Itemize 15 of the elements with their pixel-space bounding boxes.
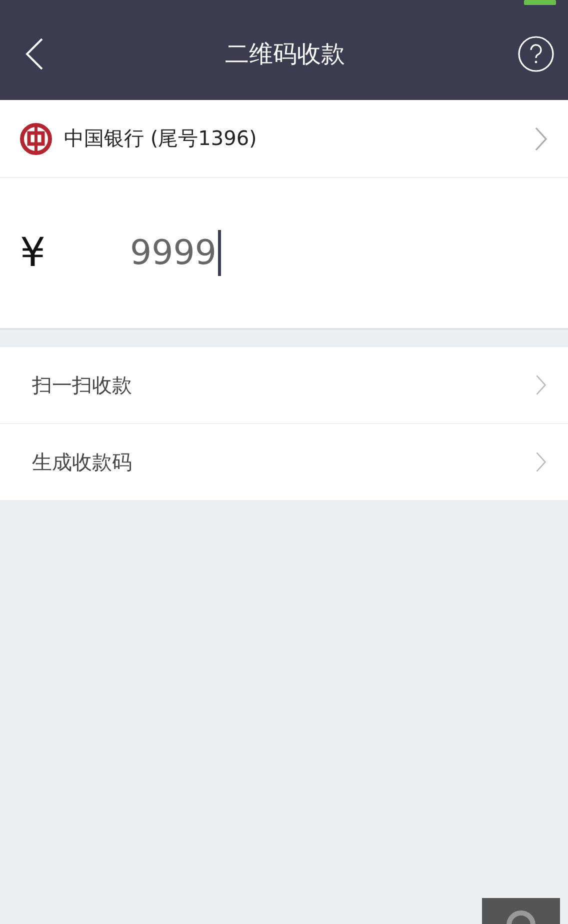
help-icon <box>517 35 555 73</box>
menu-item[interactable]: 生成收款码 <box>0 424 568 501</box>
bank-account-label: 中国银行 (尾号1396) <box>64 125 258 152</box>
amount-field[interactable]: 9999 <box>130 233 218 273</box>
battery-icon <box>524 0 558 6</box>
chevron-right-icon <box>534 374 548 396</box>
chevron-right-icon <box>534 451 548 473</box>
chevron-right-icon <box>534 126 548 152</box>
bank-account-row[interactable]: 中国银行 (尾号1396) <box>0 100 568 178</box>
text-cursor-icon <box>218 230 221 276</box>
help-button[interactable] <box>516 34 556 74</box>
page-title: 二维码收款 <box>225 39 345 70</box>
currency-symbol: ¥ <box>20 230 46 276</box>
menu-item[interactable]: 扫一扫收款 <box>0 347 568 424</box>
bank-logo-icon <box>20 122 52 154</box>
